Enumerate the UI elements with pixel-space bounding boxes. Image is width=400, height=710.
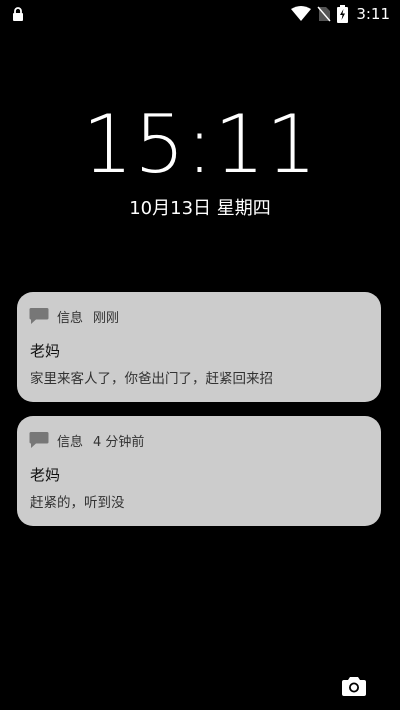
notification-card[interactable]: 信息 4 分钟前 老妈 赶紧的，听到没 bbox=[17, 416, 381, 526]
notification-title: 老妈 bbox=[30, 466, 61, 484]
notification-body: 赶紧的，听到没 bbox=[30, 495, 125, 511]
notification-body: 家里来客人了，你爸出门了，赶紧回来招 bbox=[30, 371, 273, 387]
status-icons: 3:11 bbox=[291, 4, 390, 24]
notification-header: 信息 4 分钟前 bbox=[29, 430, 144, 450]
message-icon bbox=[29, 308, 49, 324]
notification-time: 刚刚 bbox=[93, 310, 120, 326]
status-time: 3:11 bbox=[356, 5, 390, 23]
lockscreen-clock: 15:11 bbox=[82, 98, 318, 191]
wifi-icon bbox=[291, 6, 312, 21]
notification-card[interactable]: 信息 刚刚 老妈 家里来客人了，你爸出门了，赶紧回来招 bbox=[17, 292, 381, 402]
status-bar: 3:11 bbox=[0, 0, 400, 28]
notification-time: 4 分钟前 bbox=[93, 434, 145, 450]
battery-charging-icon bbox=[337, 5, 349, 23]
notification-header: 信息 刚刚 bbox=[29, 306, 119, 326]
notification-title: 老妈 bbox=[30, 342, 61, 360]
message-icon bbox=[29, 432, 49, 448]
lock-icon bbox=[13, 7, 23, 21]
notification-app-name: 信息 bbox=[57, 310, 84, 326]
notification-app-name: 信息 bbox=[57, 434, 84, 450]
no-sim-icon bbox=[317, 6, 331, 22]
camera-icon[interactable] bbox=[342, 676, 366, 696]
lockscreen-date: 10月13日 星期四 bbox=[129, 198, 271, 219]
